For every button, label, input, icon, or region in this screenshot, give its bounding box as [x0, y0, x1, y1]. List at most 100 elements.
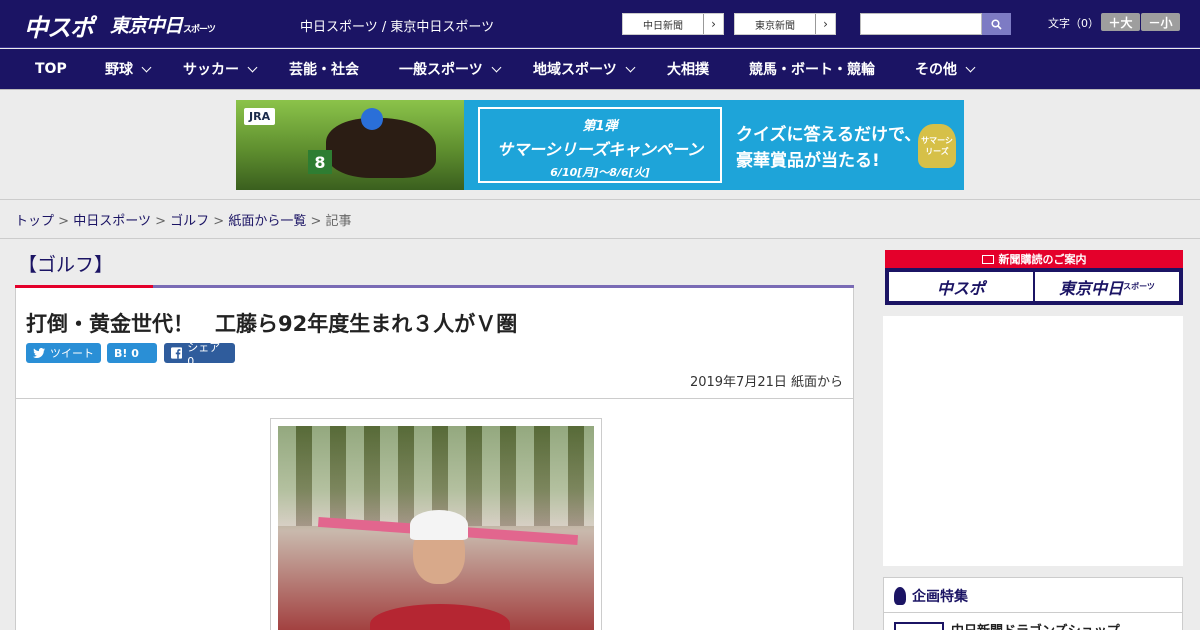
- breadcrumb-separator: >: [155, 214, 166, 229]
- search-input[interactable]: [860, 13, 982, 35]
- site-links[interactable]: 中日スポーツ / 東京中日スポーツ: [300, 16, 494, 35]
- chevron-right-icon: ›: [703, 14, 723, 34]
- campaign-line1: 第1弾: [582, 119, 618, 134]
- site-header: 中スポ 東京中日スポーツ 中日スポーツ / 東京中日スポーツ 中日新聞 › 東京…: [0, 0, 1200, 48]
- quiz-text: クイズに答えるだけで、 豪華賞品が当たる!: [736, 122, 921, 174]
- breadcrumb: トップ > 中日スポーツ > ゴルフ > 紙面から一覧 > 記事: [15, 210, 352, 229]
- nav-item-entertainment[interactable]: 芸能・社会: [289, 49, 359, 89]
- quiz-line2: 豪華賞品が当たる!: [736, 151, 880, 171]
- trophy-icon: サマーシリーズ: [918, 124, 956, 168]
- hatena-bookmark-button[interactable]: B! 0: [107, 343, 157, 363]
- search-icon: [991, 18, 1002, 30]
- twitter-icon: [33, 348, 45, 358]
- feature-heading: 企画特集: [894, 586, 968, 606]
- nav-item-top[interactable]: TOP: [35, 49, 67, 89]
- chunichi-shimbun-label: 中日新聞: [643, 20, 683, 32]
- chevron-right-icon: ›: [815, 14, 835, 34]
- facebook-icon: [171, 347, 183, 359]
- subscription-box: 新聞購読のご案内 中スポ 東京中日 スポーツ: [885, 250, 1183, 305]
- chunichi-shimbun-link[interactable]: 中日新聞 ›: [622, 13, 724, 35]
- feature-divider: [884, 612, 1182, 613]
- ribbon-icon: [894, 587, 906, 605]
- feature-title: 企画特集: [912, 589, 968, 605]
- jra-ad-banner[interactable]: 8 JRA 第1弾 サマーシリーズキャンペーン 6/10[月]～8/6[火] ク…: [236, 100, 964, 190]
- subscribe-tokyo-button[interactable]: 東京中日 スポーツ: [1035, 272, 1179, 301]
- subscription-heading-text: 新聞購読のご案内: [998, 253, 1087, 266]
- chevron-down-icon: [965, 62, 976, 72]
- feature-box: 企画特集 中日新聞ドラゴンズショップ: [883, 577, 1183, 630]
- subscribe-tokyo-text: 東京中日: [1059, 278, 1124, 298]
- feature-item-dragons-shop[interactable]: 中日新聞ドラゴンズショップ: [951, 620, 1120, 630]
- breadcrumb-golf[interactable]: ゴルフ: [170, 214, 209, 229]
- nav-item-soccer[interactable]: サッカー: [183, 49, 258, 89]
- nav-divider: [0, 89, 1200, 90]
- quiz-line1: クイズに答えるだけで、: [736, 125, 922, 145]
- subscribe-chuspo-button[interactable]: 中スポ: [889, 272, 1033, 301]
- tweet-label: ツイート: [50, 347, 94, 360]
- breadcrumb-divider: [0, 238, 1200, 239]
- nav-label: 芸能・社会: [289, 62, 359, 78]
- main-nav: TOP 野球 サッカー 芸能・社会 一般スポーツ 地域スポーツ 大相撲 競馬・ボ…: [0, 49, 1200, 89]
- article-date: 2019年7月21日 紙面から: [689, 375, 843, 390]
- jra-logo: JRA: [244, 108, 276, 125]
- nav-item-baseball[interactable]: 野球: [105, 49, 152, 89]
- nav-item-sumo[interactable]: 大相撲: [667, 49, 709, 89]
- nav-label: サッカー: [183, 62, 239, 78]
- breadcrumb-current: 記事: [325, 214, 352, 229]
- font-smaller-button[interactable]: －小: [1141, 13, 1180, 31]
- newspaper-icon: [981, 254, 994, 264]
- breadcrumb-chunichi-sports[interactable]: 中日スポーツ: [73, 214, 151, 229]
- sidebar-ad-slot[interactable]: [883, 316, 1183, 566]
- article-photo-frame: [270, 418, 602, 630]
- nav-label: 野球: [105, 62, 133, 78]
- banner-divider: [0, 199, 1200, 200]
- tweet-button[interactable]: ツイート: [26, 343, 101, 363]
- nav-label: TOP: [35, 61, 67, 77]
- chevron-down-icon: [247, 62, 258, 72]
- subscription-heading: 新聞購読のご案内: [885, 250, 1183, 268]
- horse-race-image: 8 JRA: [236, 100, 464, 190]
- nav-item-other[interactable]: その他: [915, 49, 976, 89]
- tokyo-logo-text: 東京中日: [110, 15, 183, 37]
- nav-label: 一般スポーツ: [399, 62, 483, 78]
- saddle-number: 8: [308, 150, 332, 174]
- nav-item-racing[interactable]: 競馬・ボート・競輪: [749, 49, 875, 89]
- campaign-line3: 6/10[月]～8/6[火]: [550, 166, 650, 179]
- golfer-shirt: [370, 604, 510, 630]
- nav-label: その他: [915, 62, 957, 78]
- category-heading: 【ゴルフ】: [18, 254, 114, 276]
- subscribe-tokyo-small: スポーツ: [1123, 282, 1155, 291]
- nav-item-general-sports[interactable]: 一般スポーツ: [399, 49, 502, 89]
- campaign-line2: サマーシリーズキャンペーン: [496, 140, 704, 159]
- breadcrumb-separator: >: [213, 214, 225, 229]
- nav-item-local-sports[interactable]: 地域スポーツ: [533, 49, 636, 89]
- facebook-share-label: シェア 0: [187, 340, 221, 368]
- chuspo-logo[interactable]: 中スポ: [24, 8, 94, 43]
- chevron-down-icon: [491, 62, 502, 72]
- tokyo-chunichi-logo[interactable]: 東京中日スポーツ: [110, 11, 216, 38]
- chevron-down-icon: [141, 62, 152, 72]
- facebook-share-button[interactable]: シェア 0: [164, 341, 235, 368]
- breadcrumb-top[interactable]: トップ: [15, 214, 54, 229]
- feature-thumbnail[interactable]: [894, 622, 944, 630]
- nav-label: 地域スポーツ: [533, 62, 617, 78]
- horse-shape: [326, 118, 436, 178]
- tokyo-logo-small: スポーツ: [183, 25, 216, 35]
- article-panel: 打倒・黄金世代！ 工藤ら92年度生まれ３人がＶ圏 ツイート B! 0 シェア 0…: [15, 288, 854, 630]
- breadcrumb-newspaper-list[interactable]: 紙面から一覧: [228, 214, 306, 229]
- font-size-label: 文字（0）: [1048, 17, 1099, 30]
- nav-label: 競馬・ボート・競輪: [749, 62, 875, 78]
- campaign-box: 第1弾 サマーシリーズキャンペーン 6/10[月]～8/6[火]: [478, 107, 722, 183]
- font-larger-button[interactable]: ＋大: [1101, 13, 1140, 31]
- nav-label: 大相撲: [667, 62, 709, 78]
- jockey-shape: [361, 108, 383, 130]
- breadcrumb-separator: >: [58, 214, 70, 229]
- tokyo-shimbun-label: 東京新聞: [755, 20, 795, 32]
- article-divider: [16, 398, 853, 399]
- golfer-photo[interactable]: [278, 426, 594, 630]
- tokyo-shimbun-link[interactable]: 東京新聞 ›: [734, 13, 836, 35]
- breadcrumb-separator: >: [310, 214, 322, 229]
- golfer-cap: [410, 510, 468, 540]
- search-button[interactable]: [982, 13, 1011, 35]
- chevron-down-icon: [625, 62, 636, 72]
